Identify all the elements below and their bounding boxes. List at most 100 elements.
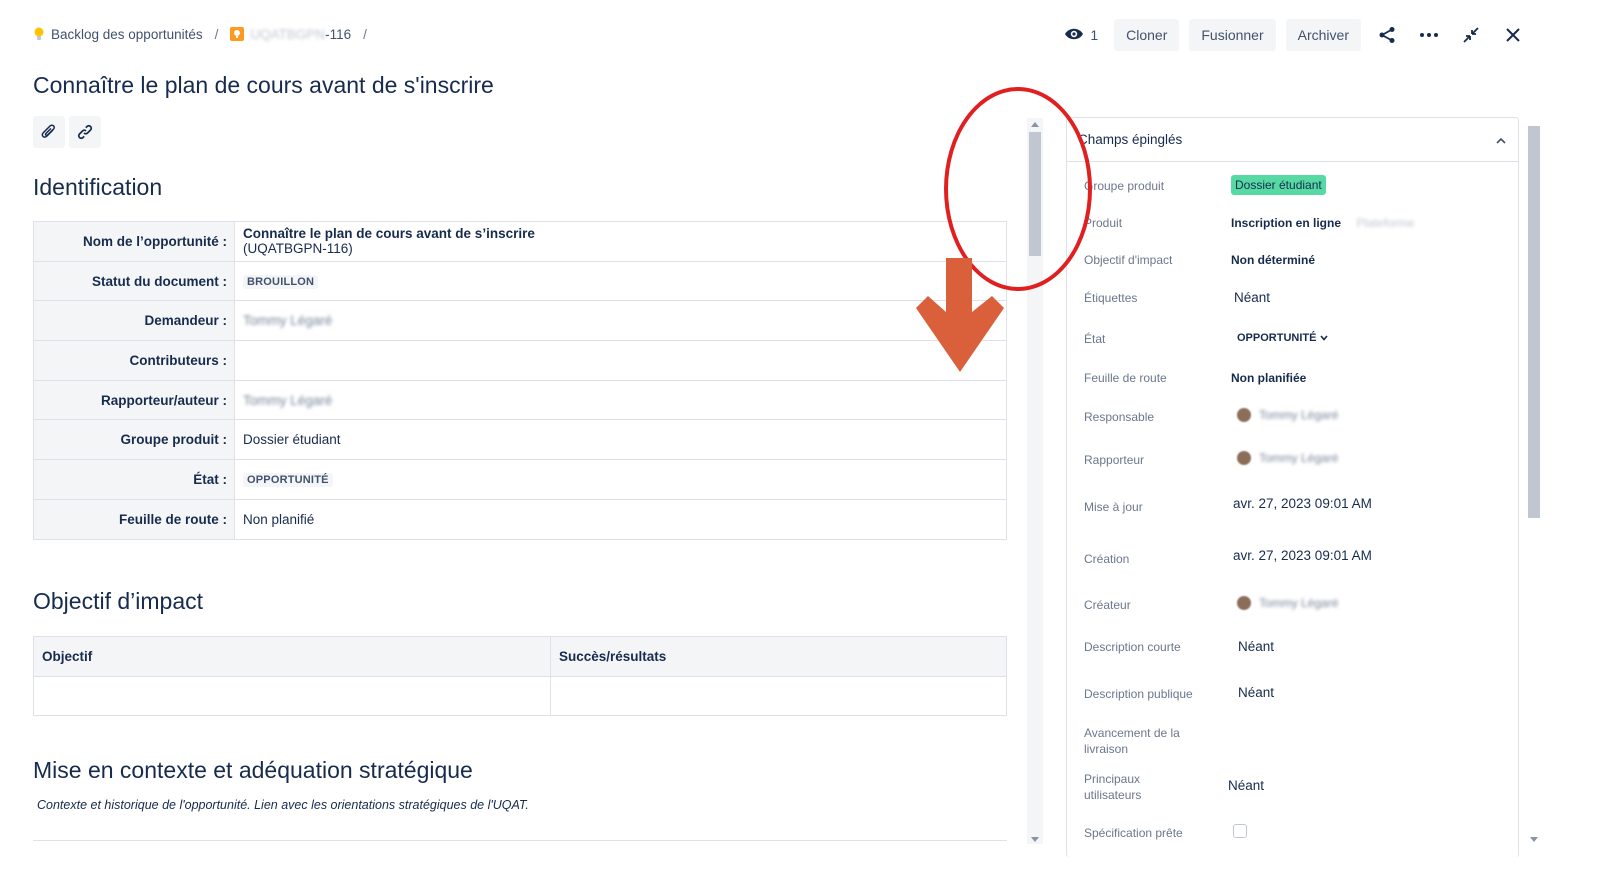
lightbulb-icon: [33, 26, 45, 42]
row-value: Connaître le plan de cours avant de s’in…: [234, 221, 1007, 262]
assignee-field[interactable]: Tommy Légaré: [1237, 408, 1338, 422]
scrollbar-thumb[interactable]: [1029, 132, 1041, 256]
merge-button[interactable]: Fusionner: [1189, 19, 1276, 51]
field-label: Objectif d'impact: [1084, 253, 1173, 267]
field-label: Créateur: [1084, 598, 1131, 612]
collapse-icon[interactable]: [1455, 19, 1487, 51]
table-row: Statut du document : BROUILLON: [33, 260, 1007, 302]
section-heading: Objectif d’impact: [33, 588, 204, 614]
table-cell[interactable]: [33, 676, 551, 716]
identification-table: Nom de l’opportunité : Connaître le plan…: [33, 221, 1007, 540]
avatar: [1237, 408, 1251, 422]
column-header: Succès/résultats: [550, 636, 1007, 677]
row-label: État :: [33, 459, 235, 500]
row-value: Tommy Légaré: [234, 379, 1007, 421]
field-label: Avancement de la livraison: [1084, 726, 1180, 756]
chevron-down-icon: [1319, 332, 1328, 344]
issue-toolbar: [33, 116, 101, 148]
objective-table: Objectif Succès/résultats: [33, 636, 1007, 716]
row-value: Dossier étudiant: [234, 419, 1007, 461]
table-row: Nom de l’opportunité : Connaître le plan…: [33, 221, 1007, 262]
field-label: Principaux utilisateurs: [1084, 772, 1142, 802]
breadcrumb-issue-link[interactable]: UQATBGPN-116: [250, 27, 351, 42]
reporter-field[interactable]: Tommy Légaré: [1237, 451, 1338, 465]
field-label: État: [1084, 332, 1106, 346]
field-value: avr. 27, 2023 09:01 AM: [1233, 548, 1372, 563]
breadcrumb-separator: /: [363, 26, 367, 42]
panel-header[interactable]: Champs épinglés: [1067, 118, 1518, 162]
header-actions: 1 Cloner Fusionner Archiver: [1064, 19, 1529, 51]
field-value[interactable]: Néant: [1238, 639, 1274, 654]
side-scrollbar[interactable]: [1525, 118, 1543, 844]
field-value[interactable]: Dossier étudiant: [1231, 175, 1326, 195]
field-value[interactable]: Néant: [1228, 778, 1264, 793]
row-value: OPPORTUNITÉ: [234, 459, 1007, 500]
field-label: Description courte: [1084, 640, 1181, 654]
status-badge: BROUILLON: [243, 275, 319, 290]
close-icon[interactable]: [1497, 19, 1529, 51]
row-label: Contributeurs :: [33, 340, 235, 381]
table-row: [33, 676, 1007, 716]
pinned-fields-panel: Champs épinglés Groupe produit Dossier é…: [1066, 117, 1519, 857]
archive-button[interactable]: Archiver: [1285, 19, 1361, 51]
table-cell[interactable]: [550, 676, 1007, 716]
scroll-down-icon[interactable]: [1031, 837, 1039, 842]
field-value[interactable]: Néant: [1234, 290, 1270, 305]
field-value[interactable]: Non déterminé: [1231, 253, 1315, 267]
table-row: Feuille de route : Non planifié: [33, 498, 1007, 540]
panel-title: Champs épinglés: [1078, 132, 1183, 147]
column-header: Objectif: [33, 636, 551, 677]
field-label: Spécification prête: [1084, 826, 1183, 840]
field-label: Étiquettes: [1084, 291, 1138, 305]
row-value: [234, 340, 1007, 381]
page-title[interactable]: Connaître le plan de cours avant de s'in…: [33, 72, 494, 99]
breadcrumb: Backlog des opportunités / UQATBGPN-116 …: [33, 26, 373, 42]
opportunity-icon: [230, 27, 245, 41]
row-label: Demandeur :: [33, 300, 235, 342]
avatar: [1237, 451, 1251, 465]
link-icon[interactable]: [69, 116, 101, 148]
eye-icon: [1064, 27, 1084, 44]
field-label: Produit: [1084, 216, 1123, 230]
row-label: Feuille de route :: [33, 498, 235, 540]
table-header-row: Objectif Succès/résultats: [33, 636, 1007, 677]
state-dropdown[interactable]: OPPORTUNITÉ: [1237, 332, 1328, 344]
row-label: Rapporteur/auteur :: [33, 379, 235, 421]
field-value[interactable]: Néant: [1238, 685, 1274, 700]
field-value[interactable]: Inscription en ligne Plateforme: [1231, 216, 1414, 230]
row-value: BROUILLON: [234, 260, 1007, 302]
more-options-icon[interactable]: [1413, 19, 1445, 51]
field-label: Feuille de route: [1084, 371, 1167, 385]
field-label: Responsable: [1084, 410, 1155, 424]
field-value[interactable]: Non planifiée: [1231, 371, 1306, 385]
watch-count: 1: [1090, 27, 1099, 43]
status-badge: OPPORTUNITÉ: [243, 473, 333, 488]
divider: [33, 840, 1007, 841]
scroll-up-icon[interactable]: [1031, 122, 1039, 127]
breadcrumb-project-link[interactable]: Backlog des opportunités: [51, 27, 203, 42]
scrollbar-thumb[interactable]: [1528, 126, 1540, 518]
table-row: Contributeurs :: [33, 340, 1007, 381]
avatar: [1237, 596, 1251, 610]
field-label: Groupe produit: [1084, 179, 1165, 193]
row-value: Tommy Légaré: [234, 300, 1007, 342]
field-label: Description publique: [1084, 687, 1193, 701]
creator-field[interactable]: Tommy Légaré: [1237, 596, 1338, 610]
spec-ready-checkbox[interactable]: [1233, 824, 1247, 841]
attachment-icon[interactable]: [33, 116, 65, 148]
scroll-down-icon[interactable]: [1530, 837, 1538, 842]
share-icon[interactable]: [1371, 19, 1403, 51]
table-row: Groupe produit : Dossier étudiant: [33, 419, 1007, 461]
field-label: Rapporteur: [1084, 453, 1145, 467]
field-label: Mise à jour: [1084, 500, 1143, 514]
section-description: Contexte et historique de l'opportunité.…: [37, 798, 529, 812]
row-label: Nom de l’opportunité :: [33, 221, 235, 262]
clone-button[interactable]: Cloner: [1114, 19, 1180, 51]
breadcrumb-separator: /: [214, 26, 219, 42]
main-scrollbar[interactable]: [1027, 118, 1043, 844]
watch-button[interactable]: 1: [1064, 27, 1098, 44]
section-heading: Identification: [33, 174, 163, 200]
table-row: État : OPPORTUNITÉ: [33, 459, 1007, 500]
field-label: Création: [1084, 552, 1130, 566]
chevron-up-icon[interactable]: [1496, 132, 1506, 147]
